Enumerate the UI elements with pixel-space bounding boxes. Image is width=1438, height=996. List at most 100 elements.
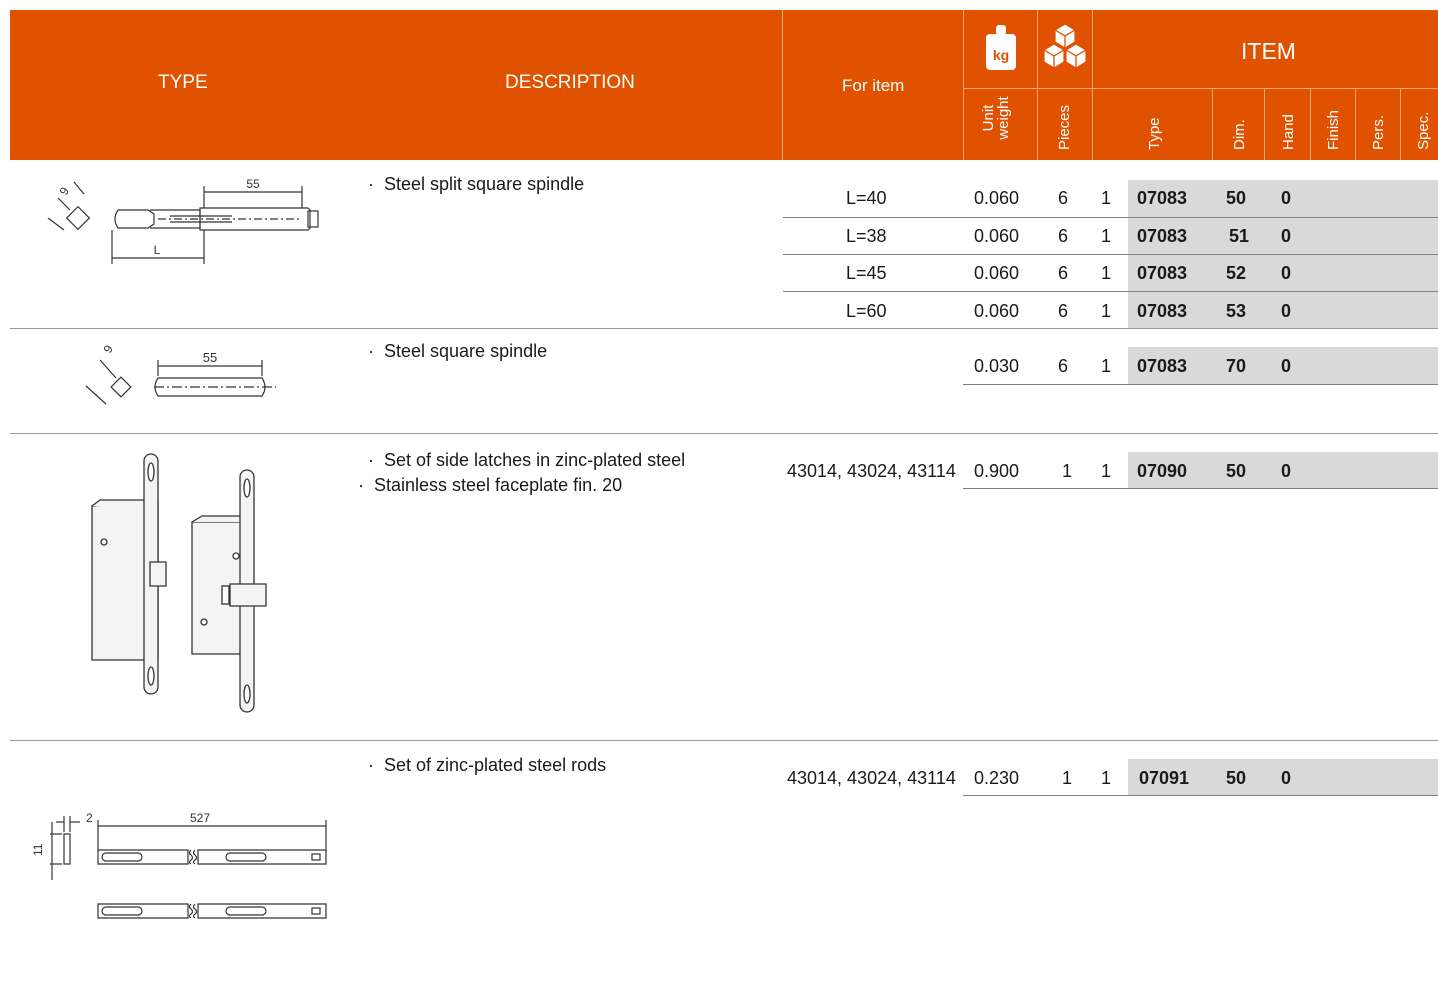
row-divider — [963, 384, 1438, 385]
cell-pieces: 6 — [1058, 263, 1069, 283]
description-faceplate: · Stainless steel faceplate fin. 20 — [358, 475, 623, 495]
cell-dim: 50 — [1226, 461, 1247, 481]
dim-label-2: 2 — [86, 811, 93, 825]
cell-type: 07083 — [1137, 356, 1188, 376]
boxes-pieces-icon — [1042, 23, 1088, 70]
cell-for-item: 43014, 43024, 43114 — [787, 768, 956, 788]
cell-qty: 1 — [1101, 226, 1112, 246]
description-text: Stainless steel faceplate fin. 20 — [374, 475, 623, 495]
header-unit-weight-line2: weight — [995, 96, 1012, 140]
header-hand: Hand — [1280, 114, 1297, 150]
cell-qty: 1 — [1101, 461, 1112, 481]
cell-hand: 0 — [1281, 188, 1292, 208]
cell-hand: 0 — [1281, 263, 1292, 283]
square-spindle-drawing: 55 9 — [85, 342, 276, 405]
header-item: ITEM — [1241, 38, 1296, 64]
split-spindle-drawing: 55 L 9 — [47, 177, 319, 264]
cell-for-item: L=60 — [846, 301, 887, 321]
cell-dim: 53 — [1226, 301, 1247, 321]
header-type: TYPE — [158, 72, 208, 93]
cell-type: 07083 — [1137, 188, 1188, 208]
cell-hand: 0 — [1281, 356, 1292, 376]
cell-pieces: 6 — [1058, 356, 1069, 376]
cell-weight: 0.060 — [974, 301, 1020, 321]
cell-weight: 0.030 — [974, 356, 1020, 376]
header-unit-weight: Unit weight — [980, 84, 1012, 152]
header-divider — [1212, 88, 1213, 160]
header-divider — [1400, 88, 1401, 160]
description-steel-rods: · Set of zinc-plated steel rods — [368, 755, 607, 775]
dim-label-55: 55 — [246, 177, 260, 191]
header-finish: Finish — [1325, 109, 1342, 150]
cell-weight: 0.060 — [974, 188, 1020, 208]
cell-for-item: L=45 — [846, 263, 887, 283]
section-divider — [10, 328, 1438, 329]
cell-pieces: 6 — [1058, 188, 1069, 208]
cell-qty: 1 — [1101, 263, 1112, 283]
cell-hand: 0 — [1281, 226, 1292, 246]
cell-hand: 0 — [1281, 461, 1292, 481]
cell-type: 07091 — [1139, 768, 1190, 788]
cell-weight: 0.060 — [974, 263, 1020, 283]
header-divider — [1355, 88, 1356, 160]
cell-weight: 0.060 — [974, 226, 1020, 246]
cell-pieces: 6 — [1058, 226, 1069, 246]
description-text: Steel square spindle — [384, 341, 548, 361]
dim-label-11: 11 — [31, 843, 45, 856]
kg-weight-icon: kg — [986, 25, 1016, 70]
header-divider — [1264, 88, 1265, 160]
cell-hand: 0 — [1281, 768, 1292, 788]
cell-dim: 70 — [1226, 356, 1247, 376]
description-split-spindle: · Steel split square spindle — [368, 174, 585, 194]
header-divider — [1310, 88, 1311, 160]
row-divider — [963, 795, 1438, 796]
header-dim: Dim. — [1231, 119, 1248, 150]
cell-type: 07083 — [1137, 263, 1188, 283]
header-unit-weight-line1: Unit — [980, 104, 997, 132]
cell-qty: 1 — [1101, 356, 1112, 376]
dim-label-527: 527 — [190, 811, 210, 825]
description-square-spindle: · Steel square spindle — [368, 341, 548, 361]
table-header — [10, 10, 1438, 160]
row-divider — [963, 488, 1438, 489]
section-divider — [10, 433, 1438, 434]
cell-type: 07083 — [1137, 226, 1188, 246]
header-pieces: Pieces — [1056, 104, 1073, 150]
dim-label-l: L — [154, 243, 161, 257]
cell-for-item: 43014, 43024, 43114 — [787, 461, 956, 481]
cell-type: 07083 — [1137, 301, 1188, 321]
steel-rods-drawing: 2 527 11 — [31, 811, 327, 919]
cell-weight: 0.900 — [974, 461, 1020, 481]
cell-qty: 1 — [1101, 768, 1112, 788]
cell-dim: 50 — [1226, 768, 1247, 788]
section-divider — [10, 740, 1438, 741]
side-latches-drawing — [91, 453, 267, 713]
cell-pieces: 6 — [1058, 301, 1069, 321]
cell-dim: 51 — [1229, 226, 1250, 246]
header-divider — [963, 88, 1438, 89]
cell-dim: 50 — [1226, 188, 1247, 208]
header-divider — [1092, 10, 1093, 160]
header-pers: Pers. — [1370, 114, 1387, 150]
description-text: Set of zinc-plated steel rods — [384, 755, 607, 775]
cell-qty: 1 — [1101, 301, 1112, 321]
header-divider — [782, 10, 783, 160]
cell-for-item: L=38 — [846, 226, 887, 246]
cell-type: 07090 — [1137, 461, 1188, 481]
description-text: Set of side latches in zinc-plated steel — [384, 450, 686, 470]
header-description: DESCRIPTION — [505, 72, 635, 93]
header-type-col: Type — [1146, 117, 1163, 150]
header-divider — [963, 10, 964, 160]
header-spec: Spec. — [1415, 111, 1432, 150]
cell-hand: 0 — [1281, 301, 1292, 321]
cell-qty: 1 — [1101, 188, 1112, 208]
cell-weight: 0.230 — [974, 768, 1020, 788]
cell-pieces: 1 — [1062, 461, 1073, 481]
cell-pieces: 1 — [1062, 768, 1073, 788]
header-for-item: For item — [842, 76, 905, 95]
dim-label-9: 9 — [100, 342, 116, 355]
cell-for-item: L=40 — [846, 188, 887, 208]
dim-label-55: 55 — [203, 350, 217, 365]
dim-label-9: 9 — [56, 184, 72, 197]
kg-icon-text: kg — [993, 47, 1009, 63]
